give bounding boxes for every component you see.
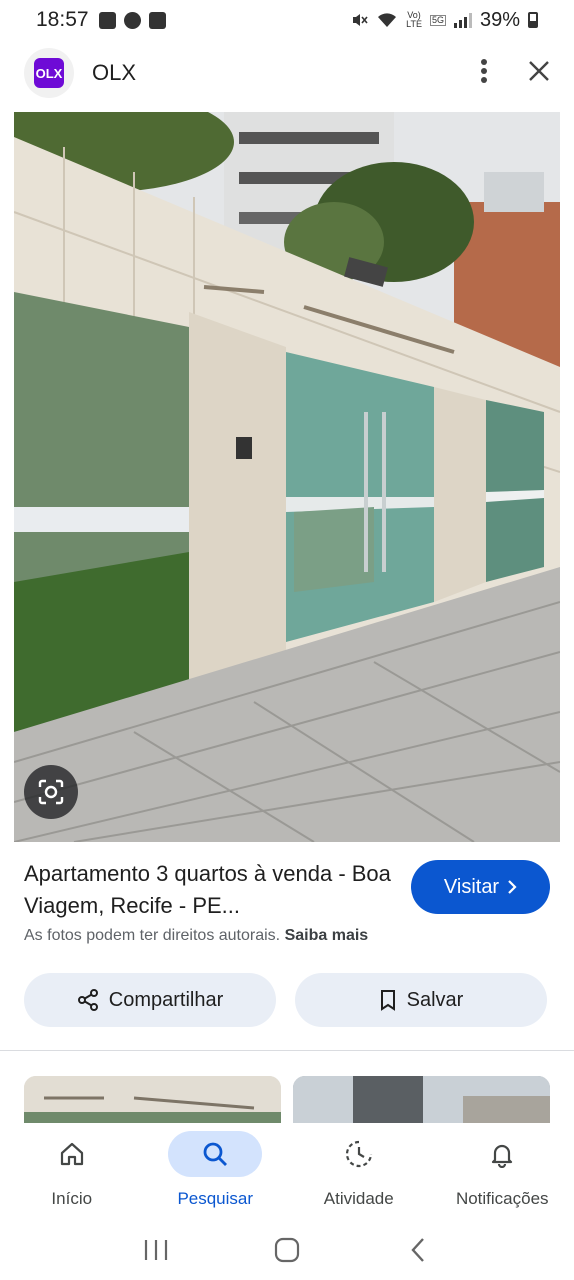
site-name[interactable]: OLX — [92, 60, 136, 86]
nav-notifications-label: Notificações — [455, 1189, 549, 1208]
header-actions — [480, 58, 550, 88]
nav-search-label: Pesquisar — [177, 1189, 254, 1208]
nav-activity[interactable]: Atividade — [287, 1123, 431, 1219]
battery-icon — [528, 12, 538, 28]
chevron-right-icon — [508, 880, 517, 894]
nav-search[interactable]: Pesquisar — [144, 1123, 288, 1219]
nav-home[interactable]: Início — [0, 1123, 144, 1219]
result-title[interactable]: Apartamento 3 quartos à venda - Boa Viag… — [24, 858, 394, 922]
chat-icon — [123, 11, 141, 29]
bookmark-icon — [380, 990, 395, 1011]
mute-icon — [353, 14, 368, 26]
related-image-1[interactable] — [24, 1076, 281, 1126]
related-thumbnail — [293, 1076, 550, 1126]
home-button[interactable] — [267, 1230, 307, 1270]
olx-logo: OLX — [34, 58, 64, 88]
save-label: Salvar — [406, 988, 464, 1011]
bottom-navigation: Início Pesquisar Atividade Notificações — [0, 1123, 574, 1219]
back-icon — [411, 1238, 425, 1262]
share-button[interactable]: Compartilhar — [24, 973, 276, 1027]
result-image[interactable] — [14, 112, 560, 842]
visit-button[interactable]: Visitar — [411, 860, 550, 914]
volte-label: Vo) LTE — [406, 10, 422, 29]
nav-home-icon-wrap — [25, 1131, 119, 1177]
nav-activity-icon-wrap — [312, 1131, 406, 1177]
recents-button[interactable] — [136, 1230, 176, 1270]
lens-icon — [38, 779, 64, 805]
signal-icon — [453, 12, 472, 28]
share-icon — [77, 989, 98, 1011]
status-bar: 18:57 Vo) LTE 5G 39% — [0, 0, 574, 40]
gallery-icon — [98, 11, 116, 29]
related-image-2[interactable] — [293, 1076, 550, 1126]
nav-home-label: Início — [51, 1189, 93, 1208]
home-icon — [60, 1142, 83, 1166]
home-circle-icon — [274, 1237, 300, 1263]
caption-text: As fotos podem ter direitos autorais. — [24, 927, 281, 944]
site-favicon[interactable]: OLX — [24, 48, 74, 98]
source-header: OLX OLX — [0, 44, 574, 102]
bell-icon — [492, 1144, 513, 1168]
building-photo — [14, 112, 560, 842]
learn-more-link[interactable]: Saiba mais — [285, 927, 369, 944]
visit-label: Visitar — [443, 875, 500, 898]
more-vert-icon[interactable] — [480, 58, 488, 88]
recents-icon — [144, 1240, 167, 1260]
status-time: 18:57 — [36, 8, 89, 31]
wifi-icon — [378, 13, 397, 27]
related-thumbnail — [24, 1076, 281, 1126]
nav-search-icon-wrap — [168, 1131, 263, 1177]
share-label: Compartilhar — [108, 988, 224, 1011]
nav-notifications-icon-wrap — [455, 1131, 549, 1177]
lens-search-button[interactable] — [24, 765, 78, 819]
nav-activity-label: Atividade — [323, 1189, 394, 1208]
save-button[interactable]: Salvar — [295, 973, 547, 1027]
close-icon[interactable] — [528, 60, 550, 86]
notification-icons — [98, 11, 166, 29]
activity-icon — [345, 1140, 372, 1168]
battery-percent: 39% — [479, 8, 520, 31]
system-navigation — [0, 1220, 574, 1280]
section-divider — [0, 1050, 574, 1051]
system-status: Vo) LTE 5G 39% — [350, 9, 538, 32]
network-5g-label: 5G — [429, 14, 446, 26]
copyright-caption: As fotos podem ter direitos autorais. Sa… — [24, 927, 368, 945]
nav-notifications[interactable]: Notificações — [431, 1123, 574, 1219]
back-button[interactable] — [398, 1230, 438, 1270]
check-icon — [148, 11, 166, 29]
search-icon — [203, 1142, 228, 1166]
